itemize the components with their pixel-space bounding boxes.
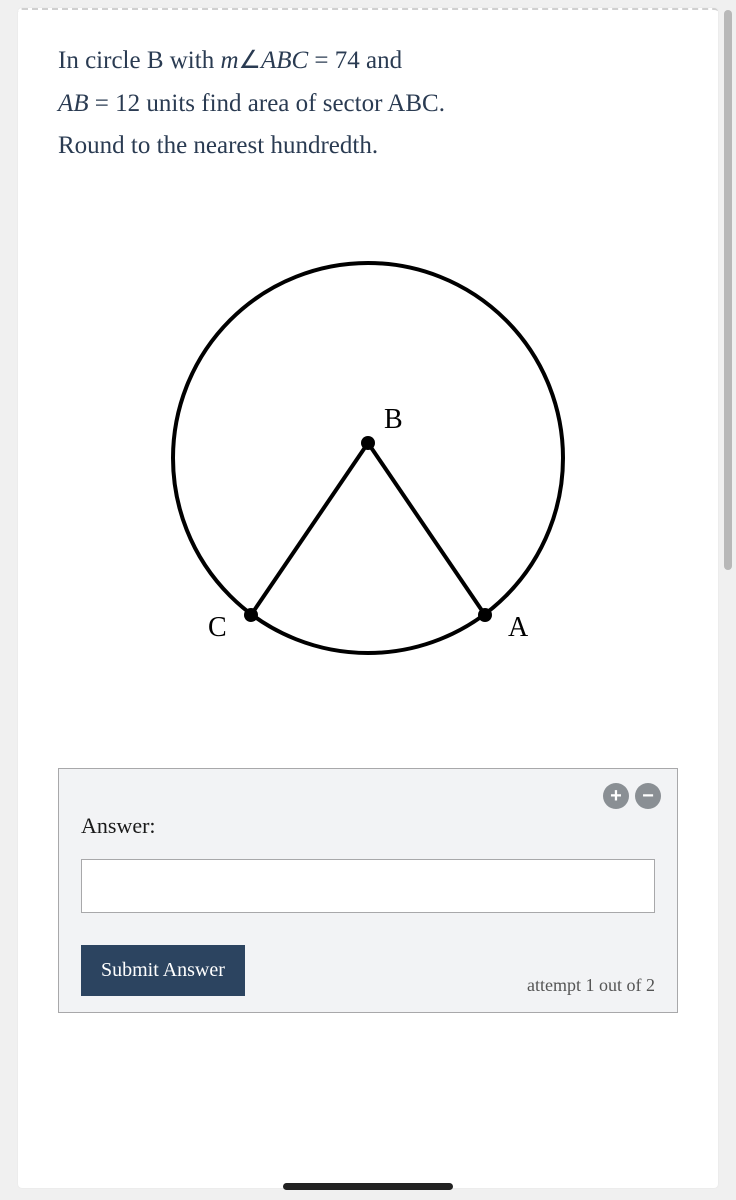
angle-symbol: ∠ bbox=[239, 47, 261, 74]
label-b: B bbox=[384, 404, 403, 435]
q-line2-rest: = 12 units find area of sector ABC. bbox=[89, 90, 445, 117]
radius-ba bbox=[368, 443, 485, 615]
point-a-dot bbox=[478, 608, 492, 622]
app-frame: In circle B with m∠ABC = 74 and AB = 12 … bbox=[0, 0, 736, 1200]
q-ab: AB bbox=[58, 90, 89, 117]
q-abc: ABC bbox=[261, 47, 308, 74]
label-a: A bbox=[508, 612, 529, 643]
radius-bc bbox=[251, 443, 368, 615]
plus-icon: + bbox=[610, 786, 622, 806]
circle-diagram: B A C bbox=[138, 228, 598, 688]
scrollbar-track[interactable] bbox=[724, 10, 732, 1180]
q-eq: = 74 bbox=[308, 47, 360, 74]
zoom-out-button[interactable]: − bbox=[635, 783, 661, 809]
answer-input[interactable] bbox=[81, 859, 655, 913]
answer-label: Answer: bbox=[81, 813, 655, 839]
q-and: and bbox=[360, 47, 402, 74]
point-c-dot bbox=[244, 608, 258, 622]
zoom-controls: + − bbox=[603, 783, 661, 809]
minus-icon: − bbox=[642, 786, 654, 806]
label-c: C bbox=[208, 612, 227, 643]
attempt-counter: attempt 1 out of 2 bbox=[527, 975, 655, 996]
scrollbar-thumb[interactable] bbox=[724, 10, 732, 570]
circle-outline bbox=[173, 263, 563, 653]
q-m: m bbox=[220, 47, 238, 74]
question-text: In circle B with m∠ABC = 74 and AB = 12 … bbox=[58, 40, 678, 168]
answer-box: + − Answer: Submit Answer attempt 1 out … bbox=[58, 768, 678, 1013]
answer-bottom-row: Submit Answer attempt 1 out of 2 bbox=[81, 945, 655, 996]
home-indicator bbox=[283, 1183, 453, 1190]
diagram-area: B A C bbox=[58, 228, 678, 688]
q-line3: Round to the nearest hundredth. bbox=[58, 132, 378, 159]
q-line1-pre: In circle B with bbox=[58, 47, 220, 74]
point-b-dot bbox=[361, 436, 375, 450]
zoom-in-button[interactable]: + bbox=[603, 783, 629, 809]
submit-button[interactable]: Submit Answer bbox=[81, 945, 245, 996]
question-card: In circle B with m∠ABC = 74 and AB = 12 … bbox=[18, 8, 718, 1188]
